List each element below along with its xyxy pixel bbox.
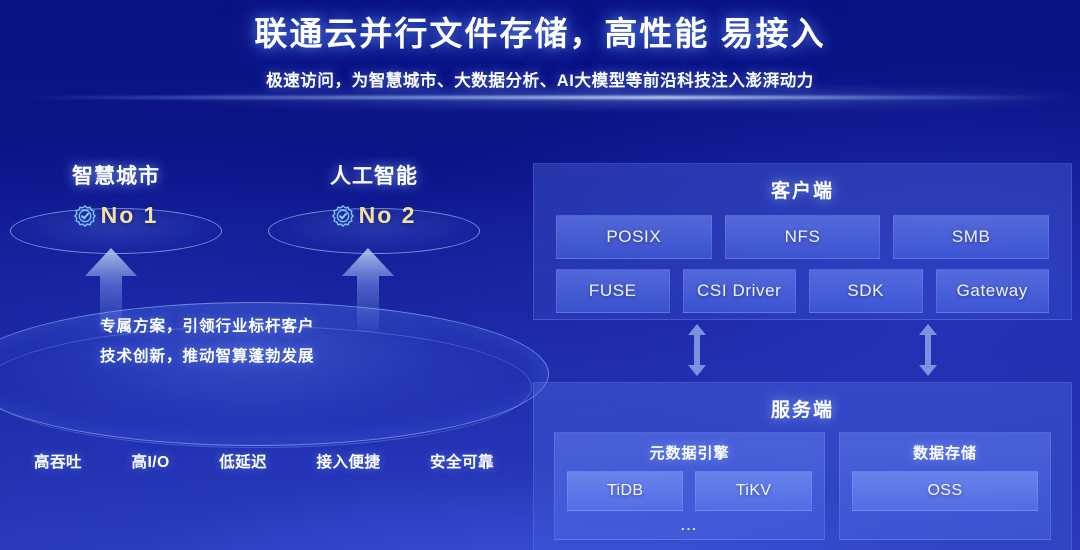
chip-posix[interactable]: POSIX — [556, 215, 712, 259]
feature-tag-io: 高I/O — [131, 454, 170, 471]
client-protocol-row-1: POSIX NFS SMB — [534, 215, 1071, 259]
feature-tag-access: 接入便捷 — [316, 454, 381, 471]
header-divider-glow — [21, 96, 1059, 99]
feature-tag-throughput: 高吞吐 — [34, 454, 83, 471]
pedestal-ai: 人工智能 No 2 — [268, 165, 480, 254]
chip-smb[interactable]: SMB — [893, 215, 1050, 259]
bidirectional-arrow-icon-right — [916, 324, 940, 376]
feature-tag-list: 高吞吐 高I/O 低延迟 接入便捷 安全可靠 — [34, 450, 494, 472]
page-subtitle: 极速访问，为智慧城市、大数据分析、AI大模型等前沿科技注入澎湃动力 — [266, 72, 814, 90]
chip-gateway[interactable]: Gateway — [935, 269, 1049, 313]
pitch-line-1: 专属方案，引领行业标杆客户 — [100, 318, 315, 335]
metadata-engine-items: TiDB TiKV — [555, 471, 824, 511]
chip-fuse[interactable]: FUSE — [556, 269, 670, 313]
client-panel: 客户端 POSIX NFS SMB FUSE CSI Driver SDK Ga… — [533, 163, 1072, 320]
left-scene: 智慧城市 No 1 人工智能 No 2 专属方案，引领行业标杆客户 技术创新，推… — [0, 110, 549, 550]
pod-label-smart-city: 智慧城市 — [72, 165, 160, 188]
pod-rank-smart-city: No 1 — [10, 202, 222, 229]
metadata-engine-more: ... — [681, 518, 698, 533]
page-title: 联通云并行文件存储，高性能 易接入 — [254, 15, 826, 52]
server-panel: 服务端 元数据引擎 TiDB TiKV ... 数据存储 OSS — [533, 382, 1072, 550]
verified-badge-icon — [73, 204, 96, 227]
chip-sdk[interactable]: SDK — [809, 269, 923, 313]
pod-rank-text-1: No 1 — [100, 202, 159, 228]
chip-csi-driver[interactable]: CSI Driver — [682, 269, 796, 313]
chip-oss[interactable]: OSS — [851, 471, 1038, 511]
pitch-block: 专属方案，引领行业标杆客户 技术创新，推动智算蓬勃发展 — [100, 312, 480, 372]
server-panel-title: 服务端 — [770, 400, 834, 421]
header: 联通云并行文件存储，高性能 易接入 极速访问，为智慧城市、大数据分析、AI大模型… — [0, 0, 1080, 100]
feature-tag-security: 安全可靠 — [429, 454, 494, 471]
data-storage-items: OSS — [840, 471, 1050, 511]
chip-tidb[interactable]: TiDB — [567, 471, 684, 511]
data-storage-spacer — [840, 511, 1050, 531]
client-protocol-row-2: FUSE CSI Driver SDK Gateway — [534, 269, 1071, 313]
bidirectional-arrow-icon-left — [685, 324, 709, 376]
chip-tikv[interactable]: TiKV — [695, 471, 812, 511]
pedestal-smart-city: 智慧城市 No 1 — [10, 165, 222, 254]
data-storage-title: 数据存储 — [912, 445, 977, 462]
feature-tag-latency: 低延迟 — [219, 454, 268, 471]
data-storage-panel: 数据存储 OSS — [838, 432, 1051, 540]
panel-connectors — [533, 318, 1070, 382]
pod-rank-text-2: No 2 — [358, 202, 417, 228]
metadata-engine-title: 元数据引擎 — [649, 445, 730, 462]
pod-rank-ai: No 2 — [268, 202, 480, 229]
metadata-engine-panel: 元数据引擎 TiDB TiKV ... — [554, 432, 825, 540]
pod-label-ai: 人工智能 — [330, 165, 418, 188]
chip-nfs[interactable]: NFS — [724, 215, 881, 259]
pitch-line-2: 技术创新，推动智算蓬勃发展 — [100, 348, 315, 365]
client-panel-title: 客户端 — [770, 181, 834, 202]
slide-canvas: 联通云并行文件存储，高性能 易接入 极速访问，为智慧城市、大数据分析、AI大模型… — [0, 0, 1080, 550]
verified-badge-icon — [331, 204, 354, 227]
server-subpanel-row: 元数据引擎 TiDB TiKV ... 数据存储 OSS — [534, 432, 1071, 540]
